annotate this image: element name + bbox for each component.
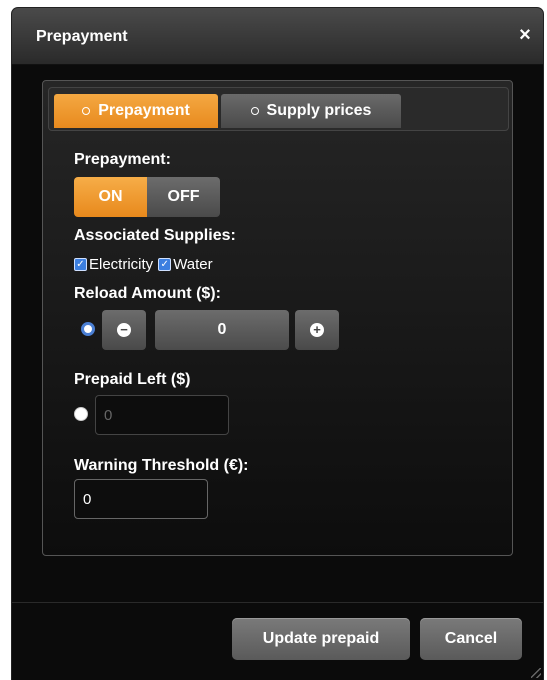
tab-bar: Prepayment Supply prices <box>48 87 509 131</box>
decrement-button[interactable]: − <box>102 310 146 350</box>
plus-icon: + <box>310 323 324 337</box>
minus-icon: − <box>117 323 131 337</box>
toggle-off-button[interactable]: OFF <box>147 177 220 217</box>
electricity-label: Electricity <box>89 256 154 273</box>
associated-supplies-label: Associated Supplies: <box>74 227 236 244</box>
prepayment-toggle: ON OFF <box>74 177 220 217</box>
toggle-on-button[interactable]: ON <box>74 177 147 217</box>
close-icon[interactable]: × <box>515 25 535 45</box>
tab-prepayment[interactable]: Prepayment <box>54 94 218 128</box>
prepaid-left-radio[interactable] <box>74 407 88 421</box>
tab-supply-prices[interactable]: Supply prices <box>221 94 401 128</box>
prepaid-left-field[interactable]: 0 <box>95 395 229 435</box>
prepayment-dialog: Prepayment × Prepayment Supply prices Pr… <box>12 8 543 680</box>
dialog-titlebar[interactable]: Prepayment × <box>12 8 543 65</box>
warning-threshold-field[interactable]: 0 <box>74 479 208 519</box>
electricity-checkbox[interactable]: ✓ <box>74 258 87 271</box>
prepaid-left-label: Prepaid Left ($) <box>74 371 191 388</box>
reload-amount-value[interactable]: 0 <box>155 310 289 350</box>
water-label: Water <box>173 256 213 273</box>
resize-grip-icon[interactable] <box>531 668 541 678</box>
supplies-checkboxes: ✓ Electricity ✓ Water <box>74 256 213 273</box>
update-prepaid-button[interactable]: Update prepaid <box>232 618 410 660</box>
reload-amount-radio[interactable] <box>81 322 95 336</box>
reload-amount-label: Reload Amount ($): <box>74 285 221 302</box>
dialog-title: Prepayment <box>36 28 128 45</box>
cancel-button[interactable]: Cancel <box>420 618 522 660</box>
prepayment-panel: Prepayment Supply prices Prepayment: ON … <box>42 80 513 556</box>
tab-prepayment-label: Prepayment <box>98 102 190 119</box>
prepayment-label: Prepayment: <box>74 151 171 168</box>
warning-threshold-label: Warning Threshold (€): <box>74 457 249 474</box>
tab-dot-icon <box>82 107 91 115</box>
water-checkbox[interactable]: ✓ <box>158 258 172 271</box>
footer-divider <box>12 602 543 603</box>
tab-supply-prices-label: Supply prices <box>266 102 372 119</box>
tab-dot-icon <box>250 107 259 115</box>
increment-button[interactable]: + <box>295 310 339 350</box>
